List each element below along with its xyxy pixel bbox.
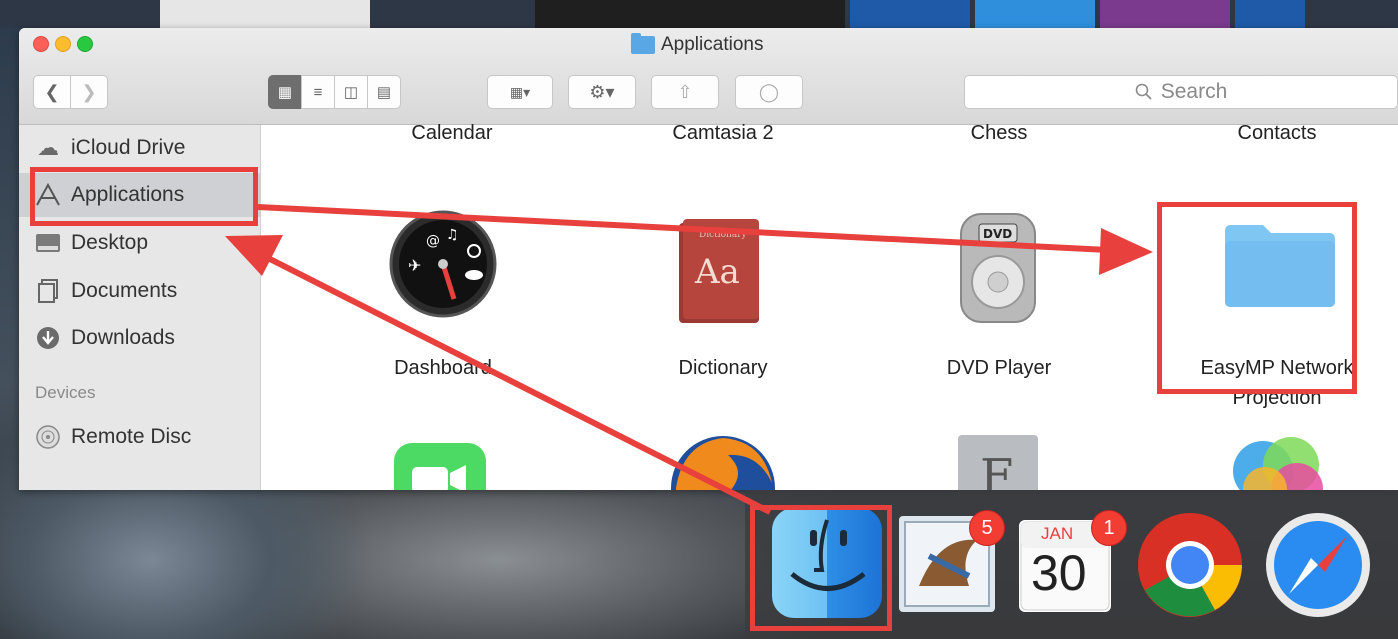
arrow-to-applications xyxy=(260,252,772,515)
arrowhead-icon xyxy=(1099,228,1153,275)
arrow-to-easymp xyxy=(257,204,1109,253)
arrowhead-icon xyxy=(225,235,283,276)
annotation-arrows xyxy=(225,204,1153,515)
